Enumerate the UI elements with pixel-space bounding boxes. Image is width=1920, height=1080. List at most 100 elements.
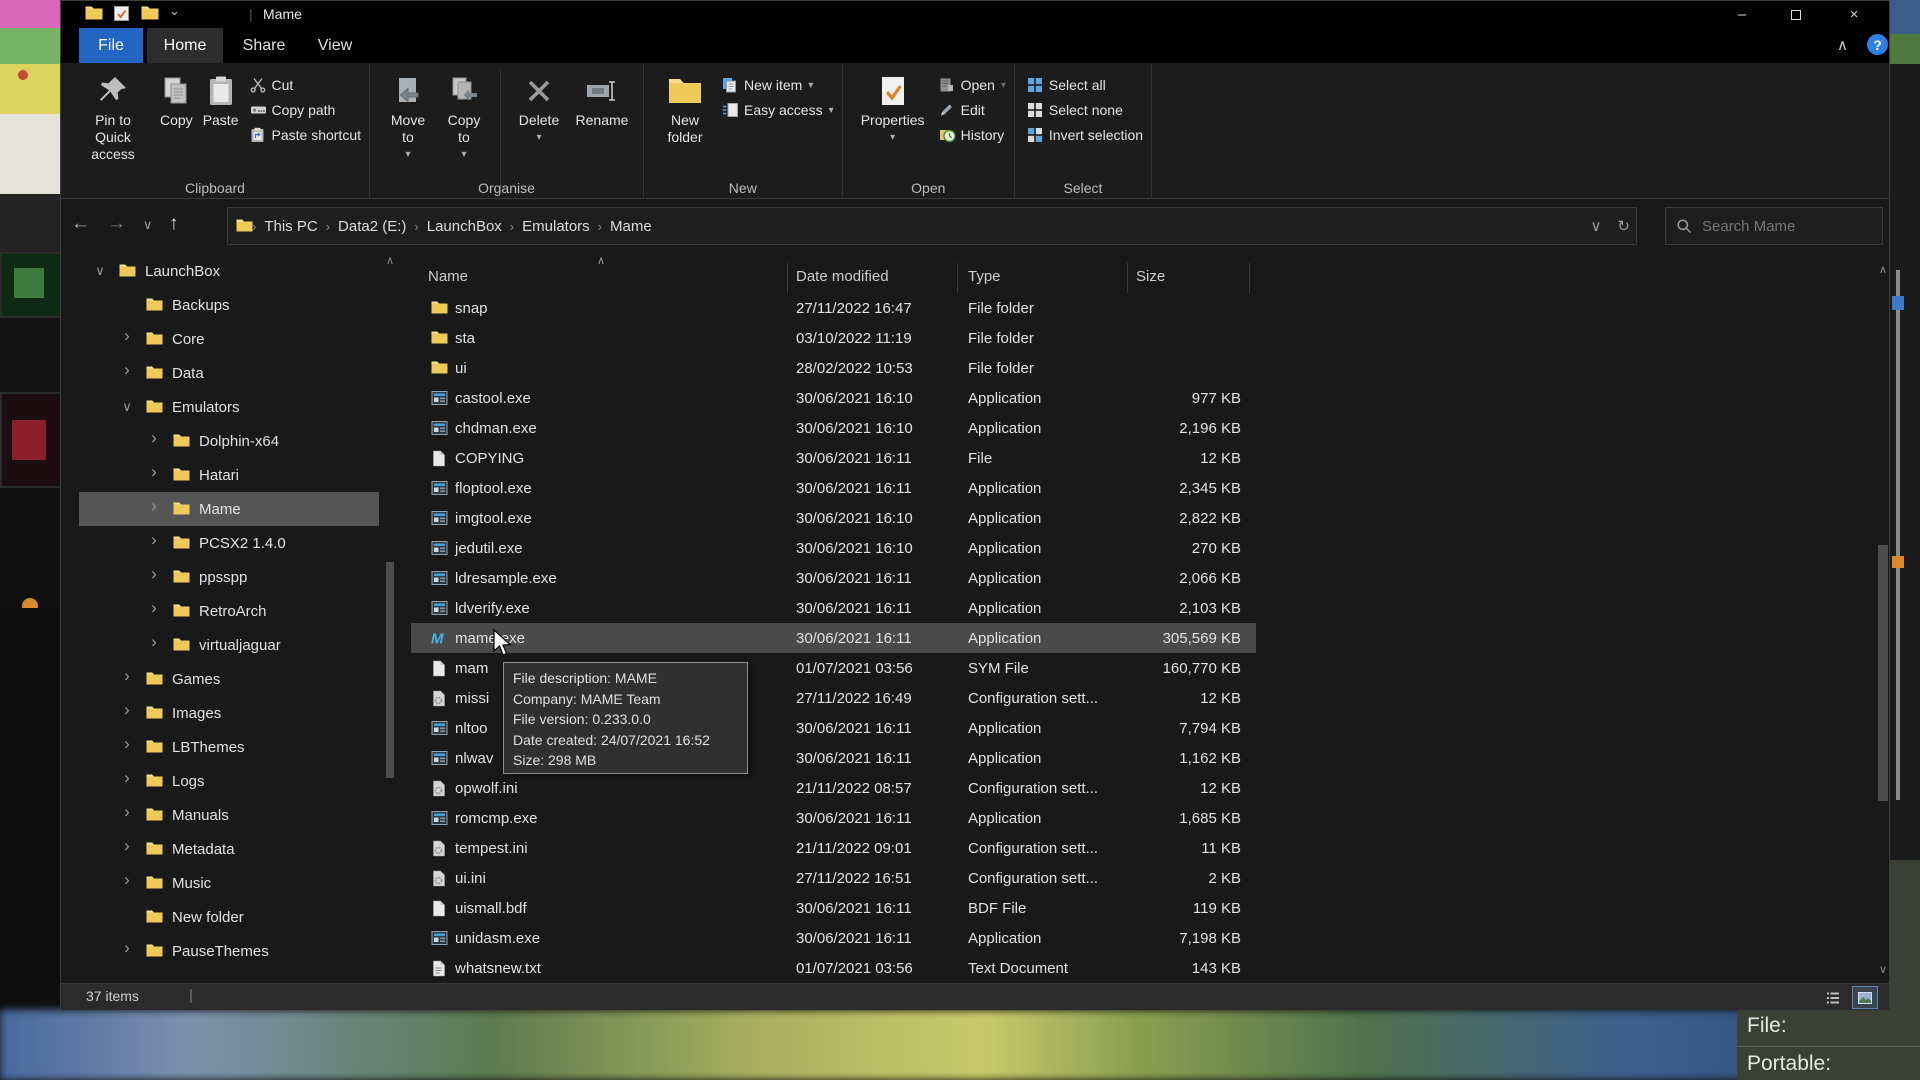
file-row-jedutil-exe[interactable]: jedutil.exe30/06/2021 16:10Application27… <box>411 533 1256 563</box>
open-button[interactable]: Open▾ <box>939 77 1006 93</box>
thumbnails-view-button[interactable] <box>1853 987 1877 1008</box>
rename-button[interactable]: Rename <box>569 69 635 129</box>
new-item-button[interactable]: New item▾ <box>722 77 834 93</box>
tree-item-backups[interactable]: Backups <box>79 288 379 322</box>
search-box[interactable] <box>1665 207 1883 245</box>
column-header-date[interactable]: Date modified <box>796 268 889 285</box>
chevron-right-icon[interactable]: › <box>120 666 134 686</box>
chevron-right-icon[interactable]: › <box>120 734 134 754</box>
history-button[interactable]: History <box>939 127 1006 143</box>
qat-properties-icon[interactable] <box>113 5 131 23</box>
file-row-unidasm-exe[interactable]: unidasm.exe30/06/2021 16:11Application7,… <box>411 923 1256 953</box>
recent-locations-icon[interactable]: ∨ <box>143 217 153 233</box>
tab-share[interactable]: Share <box>227 28 301 63</box>
easy-access-button[interactable]: Easy access▾ <box>722 102 834 118</box>
chevron-right-icon[interactable]: › <box>120 360 134 380</box>
tree-item-mame[interactable]: ›Mame <box>79 492 379 526</box>
copy-button[interactable]: Copy <box>155 69 198 129</box>
breadcrumb-item[interactable]: This PC <box>256 218 325 235</box>
tab-home[interactable]: Home <box>147 28 223 63</box>
invert-selection-button[interactable]: Invert selection <box>1027 127 1143 143</box>
tree-item-core[interactable]: ›Core <box>79 322 379 356</box>
chevron-right-icon[interactable]: › <box>120 870 134 890</box>
tree-item-logs[interactable]: ›Logs <box>79 764 379 798</box>
file-row-romcmp-exe[interactable]: romcmp.exe30/06/2021 16:11Application1,6… <box>411 803 1256 833</box>
file-row-imgtool-exe[interactable]: imgtool.exe30/06/2021 16:10Application2,… <box>411 503 1256 533</box>
tree-item-music[interactable]: ›Music <box>79 866 379 900</box>
chevron-down-icon[interactable]: ∨ <box>93 263 107 279</box>
tree-item-launchbox[interactable]: ∨LaunchBox <box>79 254 379 288</box>
chevron-right-icon[interactable]: › <box>120 700 134 720</box>
file-row-opwolf-ini[interactable]: opwolf.ini21/11/2022 08:57Configuration … <box>411 773 1256 803</box>
file-row-sta[interactable]: sta03/10/2022 11:19File folder <box>411 323 1256 353</box>
tree-scrollbar[interactable]: ∧ <box>383 254 397 972</box>
chevron-right-icon[interactable]: › <box>147 428 161 448</box>
chevron-right-icon[interactable]: › <box>120 768 134 788</box>
tree-item-games[interactable]: ›Games <box>79 662 379 696</box>
breadcrumb-item[interactable]: Data2 (E:) <box>330 218 414 235</box>
address-bar[interactable]: ›This PC›Data2 (E:)›LaunchBox›Emulators›… <box>227 207 1637 245</box>
paste-button[interactable]: Paste <box>198 69 244 129</box>
tree-item-lbthemes[interactable]: ›LBThemes <box>79 730 379 764</box>
delete-button[interactable]: Delete▾ <box>509 69 569 146</box>
tree-item-pausethemes[interactable]: ›PauseThemes <box>79 934 379 968</box>
file-row-ui[interactable]: ui28/02/2022 10:53File folder <box>411 353 1256 383</box>
file-row-tempest-ini[interactable]: tempest.ini21/11/2022 09:01Configuration… <box>411 833 1256 863</box>
tree-item-metadata[interactable]: ›Metadata <box>79 832 379 866</box>
properties-button[interactable]: Properties▾ <box>853 69 933 146</box>
file-row-ldresample-exe[interactable]: ldresample.exe30/06/2021 16:11Applicatio… <box>411 563 1256 593</box>
select-all-button[interactable]: Select all <box>1027 77 1143 93</box>
column-header-name[interactable]: Name <box>428 268 468 285</box>
maximize-button[interactable] <box>1773 1 1819 28</box>
chevron-right-icon[interactable]: › <box>147 462 161 482</box>
qat-new-folder-icon[interactable] <box>141 5 159 23</box>
paste-shortcut-button[interactable]: Paste shortcut <box>250 127 362 143</box>
tree-item-manuals[interactable]: ›Manuals <box>79 798 379 832</box>
chevron-right-icon[interactable]: › <box>120 326 134 346</box>
chevron-right-icon[interactable]: › <box>147 496 161 516</box>
tab-file[interactable]: File <box>79 28 143 63</box>
chevron-right-icon[interactable]: › <box>147 598 161 618</box>
tree-item-ppsspp[interactable]: ›ppsspp <box>79 560 379 594</box>
file-row-snap[interactable]: snap27/11/2022 16:47File folder <box>411 293 1256 323</box>
chevron-right-icon[interactable]: › <box>147 564 161 584</box>
chevron-right-icon[interactable]: › <box>147 632 161 652</box>
chevron-down-icon[interactable]: ∨ <box>120 399 134 415</box>
file-row-castool-exe[interactable]: castool.exe30/06/2021 16:10Application97… <box>411 383 1256 413</box>
back-icon[interactable]: ← <box>71 213 90 235</box>
up-icon[interactable]: ↑ <box>169 213 179 235</box>
tree-item-pcsx2-1-4-0[interactable]: ›PCSX2 1.4.0 <box>79 526 379 560</box>
chevron-right-icon[interactable]: › <box>120 802 134 822</box>
tree-item-retroarch[interactable]: ›RetroArch <box>79 594 379 628</box>
breadcrumb-item[interactable]: Emulators <box>514 218 598 235</box>
tab-view[interactable]: View <box>301 28 369 63</box>
refresh-icon[interactable]: ↻ <box>1617 217 1630 235</box>
file-row-copying[interactable]: COPYING30/06/2021 16:11File12 KB <box>411 443 1256 473</box>
close-button[interactable]: × <box>1831 1 1877 28</box>
qat-customize-icon[interactable]: ⌄ <box>169 3 180 19</box>
tree-item-hatari[interactable]: ›Hatari <box>79 458 379 492</box>
minimize-button[interactable]: – <box>1719 1 1765 28</box>
collapse-ribbon-icon[interactable]: ∧ <box>1837 36 1848 54</box>
search-input[interactable] <box>1702 218 1862 235</box>
copy-path-button[interactable]: Copy path <box>250 102 362 118</box>
breadcrumb-item[interactable]: Mame <box>602 218 660 235</box>
file-row-ui-ini[interactable]: ui.ini27/11/2022 16:51Configuration sett… <box>411 863 1256 893</box>
column-header-type[interactable]: Type <box>968 268 1001 285</box>
tree-item-virtualjaguar[interactable]: ›virtualjaguar <box>79 628 379 662</box>
file-row-ldverify-exe[interactable]: ldverify.exe30/06/2021 16:11Application2… <box>411 593 1256 623</box>
file-row-chdman-exe[interactable]: chdman.exe30/06/2021 16:10Application2,1… <box>411 413 1256 443</box>
chevron-right-icon[interactable]: › <box>120 938 134 958</box>
tree-item-images[interactable]: ›Images <box>79 696 379 730</box>
details-view-button[interactable] <box>1821 987 1845 1008</box>
cut-button[interactable]: Cut <box>250 77 362 93</box>
tree-item-emulators[interactable]: ∨Emulators <box>79 390 379 424</box>
tree-item-dolphin-x64[interactable]: ›Dolphin-x64 <box>79 424 379 458</box>
list-scrollbar[interactable]: ∧ ∨ <box>1875 263 1891 975</box>
file-row-uismall-bdf[interactable]: uismall.bdf30/06/2021 16:11BDF File119 K… <box>411 893 1256 923</box>
chevron-right-icon[interactable]: › <box>120 836 134 856</box>
select-none-button[interactable]: Select none <box>1027 102 1143 118</box>
tree-item-new-folder[interactable]: New folder <box>79 900 379 934</box>
tree-item-data[interactable]: ›Data <box>79 356 379 390</box>
file-row-floptool-exe[interactable]: floptool.exe30/06/2021 16:11Application2… <box>411 473 1256 503</box>
